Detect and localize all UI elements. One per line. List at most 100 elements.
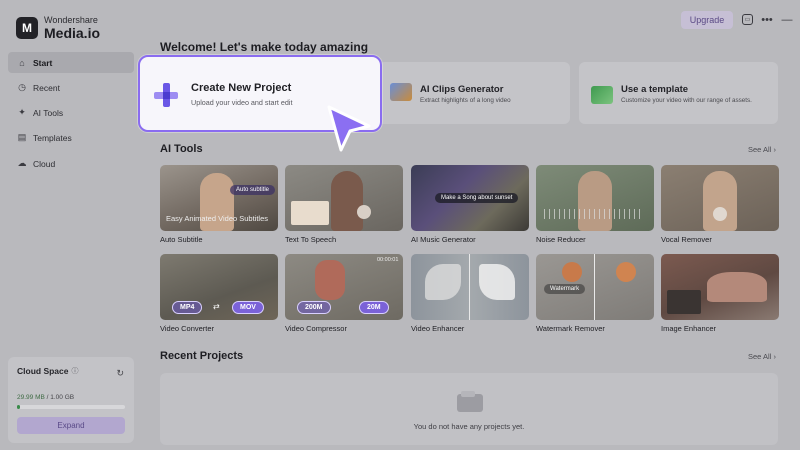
tool-video-enhancer[interactable]: Video Enhancer	[411, 254, 529, 333]
vocal-remover-thumbnail	[661, 165, 779, 231]
empty-folder-icon	[457, 391, 483, 412]
size-from: 200M	[297, 301, 331, 314]
ai-clips-card[interactable]: AI Clips Generator Extract highlights of…	[378, 62, 570, 124]
logo-mark-icon: M	[16, 17, 38, 39]
tool-noise-reducer[interactable]: Noise Reducer	[536, 165, 654, 244]
speaker-icon	[713, 207, 727, 221]
recent-projects-panel: You do not have any projects yet.	[160, 373, 778, 445]
see-all-label: See All	[748, 145, 772, 154]
window-icon[interactable]: ▭	[742, 14, 753, 25]
tool-ai-music-generator[interactable]: Make a Song about sunset AI Music Genera…	[411, 165, 529, 244]
size-to: 20M	[359, 301, 389, 314]
expand-button[interactable]: Expand	[17, 417, 125, 434]
storage-bar	[17, 405, 125, 409]
tool-label: Auto Subtitle	[160, 235, 203, 244]
page-title: Welcome! Let's make today amazing	[160, 40, 369, 54]
use-template-card[interactable]: Use a template Customize your video with…	[579, 62, 778, 124]
tool-label: Video Enhancer	[411, 324, 465, 333]
watermark-remover-thumbnail: Watermark	[536, 254, 654, 320]
storage-used: 29.99 MB	[17, 394, 45, 401]
tool-video-compressor[interactable]: 00:00:01 200M 20M Video Compressor	[285, 254, 403, 333]
refresh-icon[interactable]: ↻	[116, 368, 124, 379]
storage-bar-fill	[17, 405, 21, 409]
image-enhancer-thumbnail	[661, 254, 779, 320]
template-icon: ▤	[17, 132, 27, 142]
sidebar-item-label: Recent	[33, 82, 60, 93]
video-compressor-thumbnail: 00:00:01 200M 20M	[285, 254, 403, 320]
tool-auto-subtitle[interactable]: Auto subtitle Easy Animated Video Subtit…	[160, 165, 278, 244]
logo-brand: Wondershare	[44, 15, 98, 25]
sidebar-item-cloud[interactable]: ☁ Cloud	[8, 153, 134, 174]
home-icon: ⌂	[19, 57, 25, 68]
tool-vocal-remover[interactable]: Vocal Remover	[661, 165, 779, 244]
chevron-right-icon: ›	[773, 145, 776, 154]
swap-icon: ⇄	[213, 302, 220, 311]
compare-divider	[594, 254, 595, 320]
cloud-icon: ☁	[17, 158, 27, 168]
plus-icon	[154, 83, 178, 107]
pointer-cursor-icon	[327, 105, 371, 152]
tool-video-converter[interactable]: MP4 ⇄ MOV Video Converter	[160, 254, 278, 333]
compare-divider	[469, 254, 470, 320]
bird-wing-right	[479, 264, 515, 300]
person-figure	[703, 171, 737, 231]
ai-music-thumbnail: Make a Song about sunset	[411, 165, 529, 231]
empty-state-text: You do not have any projects yet.	[413, 422, 525, 431]
sidebar-item-templates[interactable]: ▤ Templates	[8, 127, 134, 148]
inset-image	[667, 290, 701, 314]
tool-label: AI Music Generator	[411, 235, 476, 244]
upgrade-button[interactable]: Upgrade	[681, 11, 733, 29]
noise-reducer-thumbnail	[536, 165, 654, 231]
logo-product: Media.io	[44, 25, 101, 41]
bird-wing-left	[425, 264, 461, 300]
sidebar-item-label: Cloud	[33, 158, 56, 169]
app-logo: M Wondershare Media.io	[16, 16, 100, 40]
sidebar-item-label: Templates	[33, 132, 72, 143]
flower-right	[616, 262, 636, 282]
more-icon[interactable]: •••	[759, 12, 775, 28]
tool-label: Vocal Remover	[661, 235, 712, 244]
person-figure	[331, 171, 363, 231]
text-to-speech-thumbnail	[285, 165, 403, 231]
recent-projects-heading: Recent Projects	[160, 350, 244, 362]
recent-see-all-link[interactable]: See All ›	[748, 352, 776, 361]
video-enhancer-thumbnail	[411, 254, 529, 320]
sidebar-item-recent[interactable]: ◷ Recent	[8, 77, 134, 98]
tool-label: Image Enhancer	[661, 324, 717, 333]
cloud-space-title: Cloud Space	[17, 366, 69, 376]
tool-watermark-remover[interactable]: Watermark Watermark Remover	[536, 254, 654, 333]
clock-icon: ◷	[18, 82, 26, 92]
sidebar-item-label: Start	[33, 57, 53, 68]
sidebar-item-label: AI Tools	[33, 107, 64, 118]
speaker-icon	[357, 205, 371, 219]
card-title: Create New Project	[191, 82, 292, 94]
badge: Make a Song about sunset	[435, 193, 519, 203]
see-all-label: See All	[748, 352, 772, 361]
ai-tools-see-all-link[interactable]: See All ›	[748, 145, 776, 154]
info-icon[interactable]: ⓘ	[71, 366, 78, 376]
person-figure	[578, 171, 612, 231]
card-desc: Upload your video and start edit	[191, 98, 293, 107]
tool-text-to-speech[interactable]: Text To Speech	[285, 165, 403, 244]
badge: Auto subtitle	[230, 185, 276, 195]
flower-left	[562, 262, 582, 282]
tool-label: Video Converter	[160, 324, 215, 333]
storage-text: 29.99 MB / 1.00 GB	[17, 394, 125, 401]
card-title: Use a template	[621, 84, 689, 95]
person-figure	[707, 272, 767, 302]
sidebar-item-ai-tools[interactable]: ✦ AI Tools	[8, 102, 134, 123]
subtitle-overlay: Easy Animated Video Subtitles	[166, 214, 269, 223]
ai-tools-heading: AI Tools	[160, 143, 203, 155]
template-card-icon	[591, 86, 613, 104]
tool-label: Watermark Remover	[536, 324, 605, 333]
format-from: MP4	[172, 301, 203, 314]
minimize-icon[interactable]: —	[779, 12, 795, 28]
sidebar-item-start[interactable]: ⌂ Start	[8, 52, 134, 73]
tool-image-enhancer[interactable]: Image Enhancer	[661, 254, 779, 333]
tool-label: Text To Speech	[285, 235, 337, 244]
card-title: AI Clips Generator	[420, 84, 504, 95]
tool-label: Noise Reducer	[536, 235, 586, 244]
text-note	[291, 201, 329, 225]
sidebar: ⌂ Start ◷ Recent ✦ AI Tools ▤ Templates …	[8, 52, 134, 178]
dancer-figure	[315, 260, 345, 300]
